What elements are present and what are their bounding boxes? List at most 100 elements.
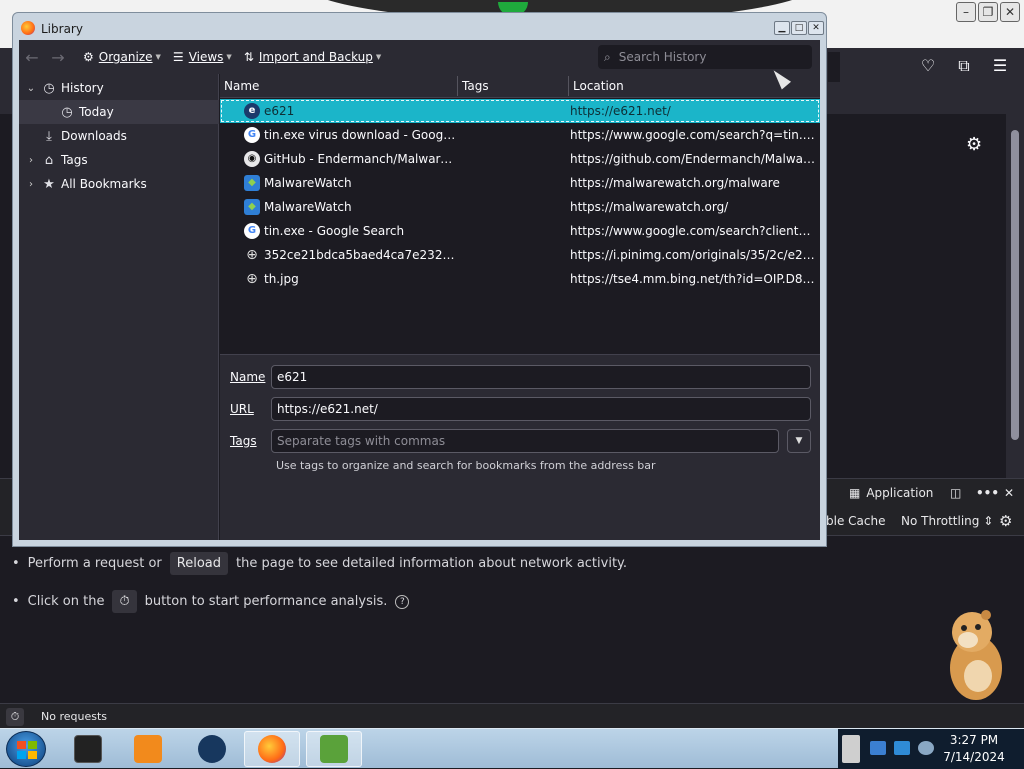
- chevron-right-icon[interactable]: ›: [25, 179, 37, 190]
- row-location: https://e621.net/: [570, 104, 671, 118]
- close-button[interactable]: ✕: [1000, 2, 1020, 22]
- maximize-button[interactable]: □: [791, 21, 807, 35]
- stopwatch-icon[interactable]: ⏱: [6, 708, 24, 726]
- reload-button[interactable]: Reload: [169, 552, 229, 575]
- organize-menu-button[interactable]: ⚙ Organize ▼: [83, 50, 161, 64]
- column-header-tags[interactable]: Tags: [462, 79, 489, 93]
- malwarewatch-favicon-icon: ◆: [244, 175, 260, 191]
- minimize-button[interactable]: ▁: [774, 21, 790, 35]
- column-divider[interactable]: [457, 76, 458, 96]
- list-icon: ☰: [172, 50, 184, 64]
- page-scrollbar[interactable]: [1006, 114, 1024, 478]
- taskbar-app-globe[interactable]: [184, 731, 240, 767]
- close-button[interactable]: ✕: [808, 21, 824, 35]
- column-divider[interactable]: [568, 76, 569, 96]
- chevron-right-icon[interactable]: ›: [25, 155, 37, 166]
- history-row[interactable]: G tin.exe - Google Search https://www.go…: [220, 219, 820, 243]
- tab-application-label: Application: [866, 486, 934, 500]
- close-devtools-icon[interactable]: ✕: [1004, 486, 1014, 500]
- star-icon: ★: [43, 176, 55, 192]
- volume-tray-icon[interactable]: [918, 741, 934, 755]
- menu-icon[interactable]: ☰: [990, 56, 1010, 76]
- taskbar-app-media-player[interactable]: [120, 731, 176, 767]
- tree-item-label: Tags: [61, 153, 88, 167]
- history-row[interactable]: ⊕ 352ce21bdca5baed4ca7e2323ecb7... https…: [220, 243, 820, 267]
- chevron-down-icon: ▼: [155, 53, 161, 61]
- history-row[interactable]: ◆ MalwareWatch https://malwarewatch.org/…: [220, 171, 820, 195]
- disable-cache-label[interactable]: ble Cache: [826, 514, 885, 528]
- help-icon[interactable]: ?: [395, 594, 410, 609]
- tree-item-history[interactable]: ⌄ ◷ History: [19, 76, 219, 100]
- start-button[interactable]: [6, 731, 46, 767]
- name-field[interactable]: [271, 365, 811, 389]
- dock-icon[interactable]: ◫: [950, 486, 961, 500]
- performance-stopwatch-button[interactable]: ⏱: [112, 590, 137, 613]
- terminal-icon: [74, 735, 102, 763]
- import-backup-label: Import and Backup: [258, 50, 373, 64]
- history-list: Name Tags Location e e621 https://e621.n…: [220, 74, 820, 354]
- history-row[interactable]: ◉ GitHub - Endermanch/MalwareDa... https…: [220, 147, 820, 171]
- gear-icon[interactable]: ⚙: [966, 134, 982, 155]
- bullet: •: [12, 556, 20, 571]
- history-row[interactable]: ⊕ th.jpg https://tse4.mm.bing.net/th?id=…: [220, 267, 820, 291]
- tree-item-tags[interactable]: › ⌂ Tags: [19, 148, 219, 172]
- hint-text-post: button to start performance analysis.: [144, 594, 388, 609]
- history-row[interactable]: G tin.exe virus download - Google S... h…: [220, 123, 820, 147]
- windows-logo-icon: [17, 741, 37, 759]
- extensions-icon[interactable]: ⧉: [954, 56, 974, 76]
- taskbar-app-network-users[interactable]: [306, 731, 362, 767]
- row-location: https://www.google.com/search?q=tin.exe+…: [570, 128, 818, 142]
- search-history-box[interactable]: ⌕: [598, 45, 812, 69]
- history-row[interactable]: ◆ MalwareWatch https://malwarewatch.org/: [220, 195, 820, 219]
- history-row[interactable]: e e621 https://e621.net/: [220, 99, 820, 123]
- url-field[interactable]: [271, 397, 811, 421]
- views-menu-button[interactable]: ☰ Views ▼: [173, 50, 232, 64]
- e621-favicon-icon: e: [244, 103, 260, 119]
- chevron-down-icon: ▼: [375, 53, 382, 61]
- forward-arrow-icon[interactable]: →: [45, 48, 71, 67]
- globe-icon: ⊕: [246, 271, 258, 287]
- tags-field[interactable]: [271, 429, 779, 453]
- monitor-tray-icon[interactable]: [894, 741, 910, 755]
- library-body: ← → ⚙ Organize ▼ ☰ Views ▼ ⇅ Import and …: [19, 40, 820, 540]
- download-icon: ⤓: [46, 128, 52, 144]
- import-backup-menu-button[interactable]: ⇅ Import and Backup ▼: [244, 50, 381, 64]
- network-hint-reload: • Perform a request or Reload the page t…: [12, 552, 627, 575]
- tree-item-today[interactable]: ◷ Today: [19, 100, 219, 124]
- hamster-tray-icon[interactable]: [842, 735, 860, 763]
- github-favicon-icon: ◉: [244, 151, 260, 167]
- taskbar-app-terminal[interactable]: [60, 731, 116, 767]
- taskbar: 3:27 PM 7/14/2024: [0, 728, 1024, 769]
- import-arrows-icon: ⇅: [243, 50, 254, 64]
- malwarewatch-favicon-icon: ◆: [244, 199, 260, 215]
- scrollbar-thumb[interactable]: [1011, 130, 1019, 440]
- address-bar-edge: [828, 52, 840, 82]
- tree-item-all-bookmarks[interactable]: › ★ All Bookmarks: [19, 172, 219, 196]
- bullet: •: [12, 594, 20, 609]
- taskbar-app-firefox[interactable]: [244, 731, 300, 767]
- back-arrow-icon[interactable]: ←: [19, 48, 45, 67]
- row-location: https://i.pinimg.com/originals/35/2c/e2/…: [570, 248, 818, 262]
- row-location: https://www.google.com/search?client=fir…: [570, 224, 818, 238]
- clock-date[interactable]: 7/14/2024: [942, 750, 1006, 764]
- pocket-icon[interactable]: ♡: [918, 56, 938, 76]
- library-titlebar[interactable]: Library ▁ □ ✕: [13, 13, 826, 40]
- search-history-input[interactable]: [616, 49, 787, 65]
- url-label-text: URL: [230, 402, 254, 416]
- clock-time[interactable]: 3:27 PM: [946, 733, 1002, 747]
- minimize-button[interactable]: –: [956, 2, 976, 22]
- tree-item-label: History: [61, 81, 104, 95]
- network-settings-gear-icon[interactable]: ⚙: [999, 512, 1012, 530]
- tags-dropdown-button[interactable]: ▼: [787, 429, 811, 453]
- row-name: 352ce21bdca5baed4ca7e2323ecb7...: [264, 248, 456, 262]
- maximize-button[interactable]: ❐: [978, 2, 998, 22]
- column-header-name[interactable]: Name: [224, 79, 259, 93]
- tree-item-downloads[interactable]: ⤓ Downloads: [19, 124, 219, 148]
- chevron-down-icon[interactable]: ⌄: [25, 83, 37, 94]
- throttling-select[interactable]: No Throttling ⇕: [901, 514, 993, 528]
- tab-application[interactable]: ▦ Application: [849, 486, 933, 500]
- column-header-location[interactable]: Location: [573, 79, 624, 93]
- flag-tray-icon[interactable]: [870, 741, 886, 755]
- library-title: Library: [41, 22, 83, 36]
- more-icon[interactable]: •••: [976, 486, 999, 500]
